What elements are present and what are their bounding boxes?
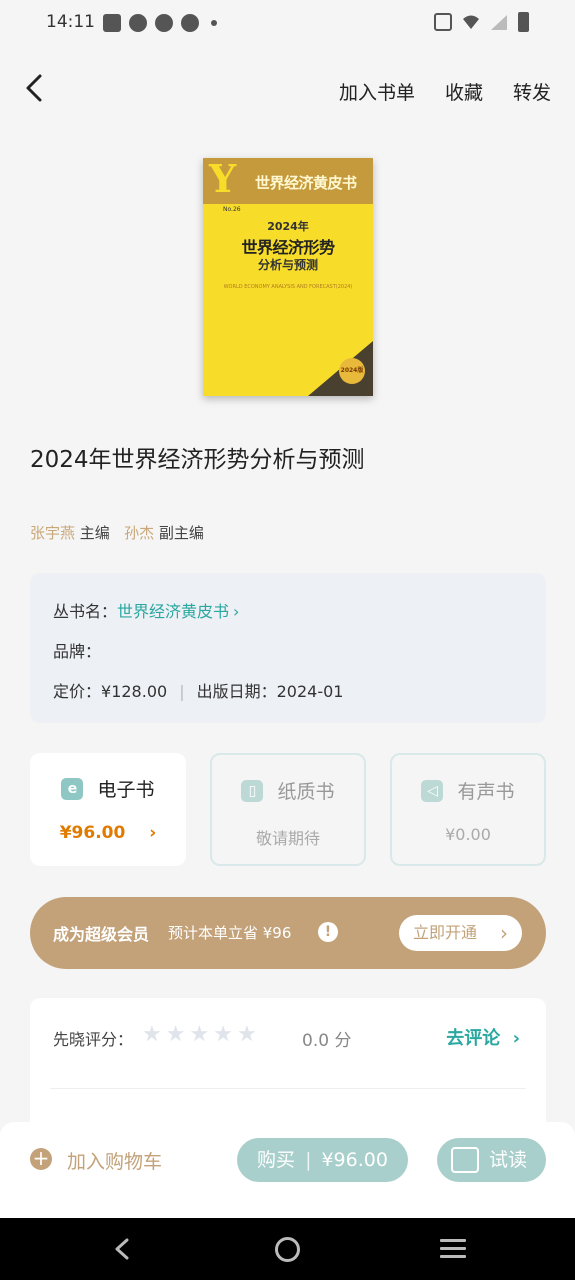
star-icon: ★	[189, 1022, 210, 1047]
format-label: 纸质书	[277, 781, 335, 803]
deputy-editor-name[interactable]: 孙杰	[124, 524, 154, 542]
vibrate-icon	[434, 13, 452, 31]
app-notification-icon	[129, 14, 147, 32]
info-icon[interactable]: !	[318, 922, 338, 942]
trial-read-label: 试读	[489, 1149, 528, 1171]
cover-english-title: WORLD ECONOMY ANALYSIS AND FORECAST(2024…	[223, 284, 353, 290]
star-icon: ★	[142, 1022, 162, 1047]
divider: |	[305, 1149, 312, 1171]
rating-score: 0.0 分	[302, 1031, 352, 1051]
format-audiobook[interactable]: ◁ 有声书 ¥0.00	[390, 753, 546, 866]
audiobook-price: ¥0.00	[445, 825, 491, 844]
book-cover[interactable]: Y 世界经济黄皮书 No.26 2024年 世界经济形势 分析与预测 WORLD…	[203, 158, 373, 396]
price-label: 定价：	[53, 682, 102, 701]
series-label: 丛书名：	[53, 602, 118, 621]
system-back-icon[interactable]	[112, 1238, 132, 1260]
cover-year: 2024年	[267, 220, 309, 233]
buy-price: ¥96.00	[321, 1149, 388, 1171]
brand-row: 品牌：	[53, 638, 101, 662]
editor-name[interactable]: 张宇燕	[30, 524, 75, 542]
add-to-booklist-button[interactable]: 加入书单	[339, 78, 415, 105]
top-nav: 加入书单 收藏 转发	[0, 60, 575, 116]
series-link[interactable]: 世界经济黄皮书	[117, 602, 229, 621]
star-icon: ★	[213, 1022, 233, 1047]
system-navigation-bar	[0, 1218, 575, 1280]
authors: 张宇燕 主编 孙杰 副主编	[30, 522, 204, 543]
share-button[interactable]: 转发	[513, 78, 551, 105]
activate-vip-label: 立即开通	[413, 923, 478, 942]
notification-icons	[103, 14, 217, 32]
shopping-bag-icon	[103, 14, 121, 32]
battery-icon	[518, 12, 529, 32]
price-date-row: 定价：¥128.00 | 出版日期：2024-01	[53, 678, 343, 702]
more-notifications-dot-icon	[211, 20, 217, 26]
ebook-icon: e	[61, 777, 84, 800]
favorite-button[interactable]: 收藏	[445, 78, 483, 105]
rating-stars: ★ ★ ★ ★ ★	[142, 1022, 257, 1047]
editor-role: 主编	[79, 524, 110, 542]
vip-promo-banner[interactable]: 成为超级会员 预计本单立省 ¥96 ! 立即开通 ›	[30, 897, 546, 969]
status-time: 14:11	[46, 12, 95, 32]
book-info-card: 丛书名：世界经济黄皮书 › 品牌： 定价：¥128.00 | 出版日期：2024-01	[30, 573, 546, 723]
add-cart-plus-icon[interactable]: +	[30, 1148, 52, 1170]
star-icon: ★	[236, 1022, 257, 1047]
publish-date: 2024-01	[276, 682, 344, 701]
chevron-right-icon: ›	[500, 921, 508, 945]
cover-series-title: 世界经济黄皮书	[255, 174, 357, 192]
status-bar: 14:11	[0, 0, 575, 48]
format-label: 电子书	[97, 779, 155, 801]
add-to-cart-button[interactable]: 加入购物车	[67, 1147, 162, 1174]
cover-edition-badge: 2024版	[339, 358, 365, 384]
buy-button[interactable]: 购买 | ¥96.00	[237, 1138, 408, 1182]
system-status-icons	[434, 12, 529, 32]
ebook-price: ¥96.00 ›	[30, 823, 186, 843]
deputy-editor-role: 副主编	[158, 524, 204, 542]
ebook-price-value: ¥96.00	[59, 823, 126, 843]
list-price: ¥128.00	[101, 682, 168, 701]
star-icon: ★	[165, 1022, 186, 1047]
paper-book-status: 敬请期待	[255, 829, 320, 848]
divider	[50, 1088, 526, 1089]
book-title: 2024年世界经济形势分析与预测	[30, 447, 365, 473]
chevron-right-icon[interactable]: ›	[233, 602, 239, 621]
publish-date-label: 出版日期：	[196, 682, 277, 701]
write-review-link[interactable]: 去评论 ›	[446, 1024, 520, 1050]
divider: |	[179, 682, 185, 701]
chevron-right-icon: ›	[512, 1028, 520, 1049]
app-notification-icon	[155, 14, 173, 32]
open-book-icon	[451, 1147, 479, 1173]
format-label: 有声书	[457, 781, 515, 803]
activate-vip-button[interactable]: 立即开通 ›	[399, 915, 522, 951]
system-home-icon[interactable]	[275, 1237, 300, 1262]
series-row: 丛书名：世界经济黄皮书 ›	[53, 598, 239, 622]
vip-title: 成为超级会员	[53, 925, 150, 944]
wifi-icon	[463, 15, 479, 29]
rating-label: 先晓评分：	[53, 1030, 134, 1049]
format-paper-book[interactable]: ▯ 纸质书 敬请期待	[210, 753, 366, 866]
signal-icon	[491, 15, 507, 30]
cover-title: 世界经济形势	[241, 238, 335, 257]
book-icon: ▯	[241, 779, 264, 802]
chevron-right-icon: ›	[149, 823, 157, 843]
cover-issue-number: No.26	[223, 206, 241, 213]
system-recents-icon[interactable]	[440, 1239, 466, 1259]
write-review-label: 去评论	[446, 1028, 501, 1049]
brand-label: 品牌：	[53, 642, 102, 661]
back-arrow-icon[interactable]	[18, 70, 54, 106]
trial-read-button[interactable]: 试读	[437, 1138, 546, 1182]
buy-label: 购买	[257, 1149, 296, 1171]
bottom-action-bar: + 加入购物车 购买 | ¥96.00 试读	[0, 1122, 575, 1218]
vip-savings-text: 预计本单立省 ¥96	[168, 924, 292, 942]
cover-logo-letter: Y	[209, 158, 237, 201]
format-ebook[interactable]: e 电子书 ¥96.00 ›	[30, 753, 186, 866]
speaker-icon: ◁	[421, 779, 444, 802]
app-notification-icon	[181, 14, 199, 32]
cover-subtitle: 分析与预测	[257, 258, 318, 272]
